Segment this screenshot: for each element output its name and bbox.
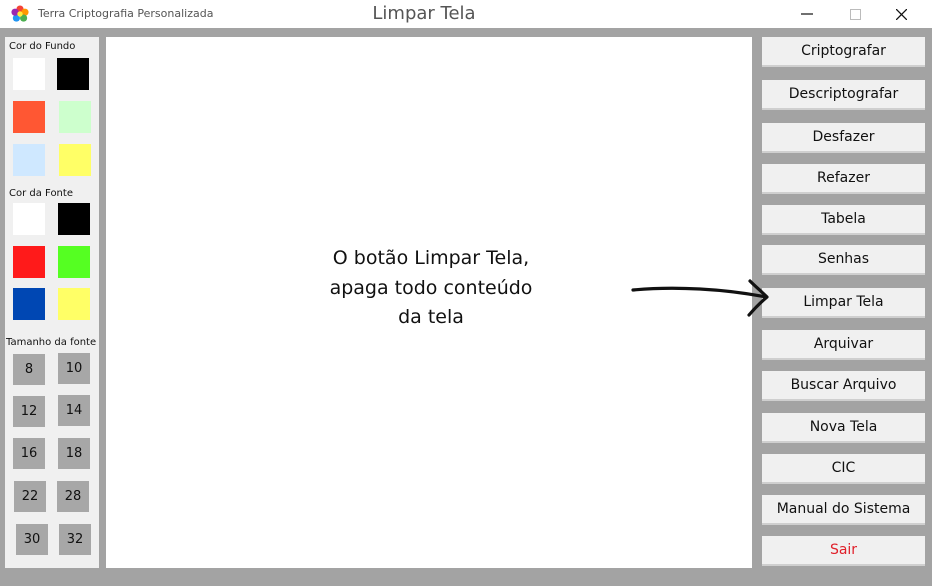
redo-button[interactable]: Refazer — [762, 164, 925, 194]
arrow-right-icon — [631, 279, 769, 317]
font-color-blue[interactable] — [13, 288, 45, 320]
minimize-icon — [801, 13, 813, 15]
font-size-22-button[interactable]: 22 — [14, 481, 46, 512]
search-file-button[interactable]: Buscar Arquivo — [762, 371, 925, 401]
undo-button[interactable]: Desfazer — [762, 123, 925, 153]
font-color-black[interactable] — [58, 203, 90, 235]
table-button[interactable]: Tabela — [762, 205, 925, 235]
minimize-button[interactable] — [784, 0, 830, 28]
font-color-yellow[interactable] — [58, 288, 90, 320]
font-size-8-button[interactable]: 8 — [13, 354, 45, 385]
system-manual-button[interactable]: Manual do Sistema — [762, 495, 925, 525]
window-title: Limpar Tela — [372, 3, 476, 24]
background-color-light-blue[interactable] — [13, 144, 45, 176]
close-button[interactable] — [878, 0, 924, 28]
decrypt-button[interactable]: Descriptografar — [762, 80, 925, 110]
font-color-label: Cor da Fonte — [9, 188, 73, 199]
passwords-button[interactable]: Senhas — [762, 245, 925, 275]
title-bar: Terra Criptografia Personalizada Limpar … — [0, 0, 932, 28]
maximize-button[interactable] — [832, 0, 878, 28]
background-color-white[interactable] — [13, 58, 45, 90]
font-color-green[interactable] — [58, 246, 90, 278]
font-size-32-button[interactable]: 32 — [59, 524, 91, 555]
background-color-black[interactable] — [57, 58, 89, 90]
font-size-28-button[interactable]: 28 — [57, 481, 89, 512]
new-screen-button[interactable]: Nova Tela — [762, 413, 925, 443]
background-color-light-green[interactable] — [59, 101, 91, 133]
annotation-text: O botão Limpar Tela, apaga todo conteúdo… — [322, 244, 540, 333]
background-color-label: Cor do Fundo — [9, 41, 76, 52]
annotation-line: da tela — [398, 306, 464, 328]
annotation-line: apaga todo conteúdo — [329, 276, 533, 299]
maximize-icon — [849, 8, 861, 20]
close-icon — [895, 8, 907, 20]
encrypt-button[interactable]: Criptografar — [762, 37, 925, 67]
right-panel: Criptografar Descriptografar Desfazer Re… — [760, 37, 928, 568]
font-size-label: Tamanho da fonte — [6, 337, 97, 348]
font-size-10-button[interactable]: 10 — [58, 353, 90, 384]
font-size-30-button[interactable]: 30 — [16, 524, 48, 555]
annotation-line: O botão Limpar Tela, — [332, 247, 530, 269]
font-color-red[interactable] — [13, 246, 45, 278]
background-color-orange[interactable] — [13, 101, 45, 133]
archive-button[interactable]: Arquivar — [762, 330, 925, 360]
font-color-white[interactable] — [13, 203, 45, 235]
exit-button[interactable]: Sair — [762, 536, 925, 566]
left-panel: Cor do Fundo Cor da Fonte Tamanho da fon… — [5, 37, 99, 568]
clear-screen-button[interactable]: Limpar Tela — [762, 288, 925, 318]
cic-button[interactable]: CIC — [762, 454, 925, 484]
font-size-18-button[interactable]: 18 — [58, 438, 90, 469]
font-size-14-button[interactable]: 14 — [58, 395, 90, 426]
background-color-yellow[interactable] — [59, 144, 91, 176]
font-size-12-button[interactable]: 12 — [13, 396, 45, 427]
font-size-16-button[interactable]: 16 — [13, 438, 45, 469]
